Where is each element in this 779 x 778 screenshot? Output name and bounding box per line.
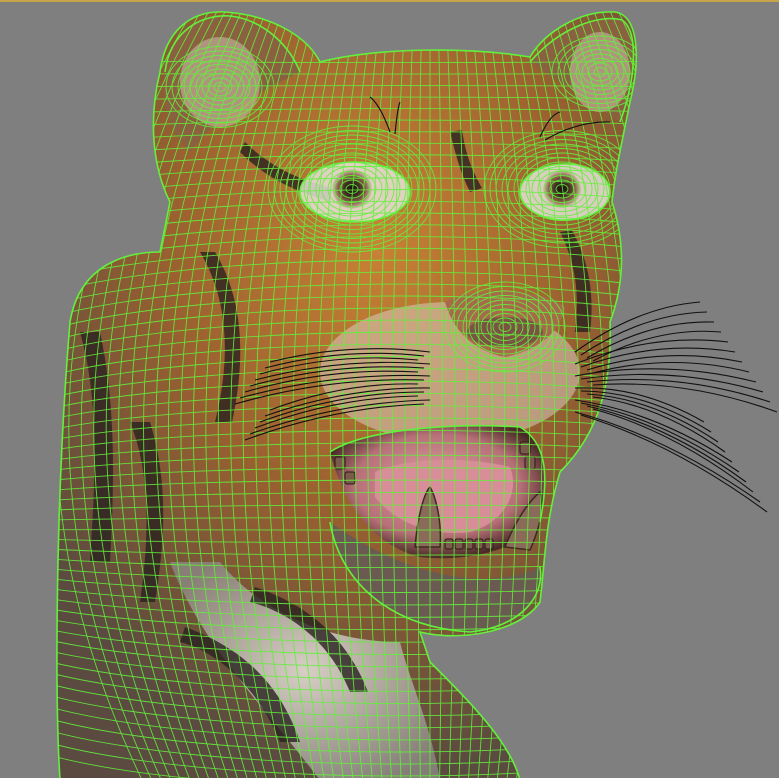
mesh-edge [662,2,779,778]
mesh-edge [646,2,766,778]
whisker [592,396,726,453]
whisker [592,408,754,493]
whisker [574,411,761,503]
mesh-edge [621,11,637,778]
mesh-edge [613,11,637,778]
3d-viewport[interactable] [0,0,779,778]
whisker [586,379,771,403]
mesh-edge [654,2,779,778]
whisker [592,361,750,374]
tiger-model-render [56,2,779,778]
